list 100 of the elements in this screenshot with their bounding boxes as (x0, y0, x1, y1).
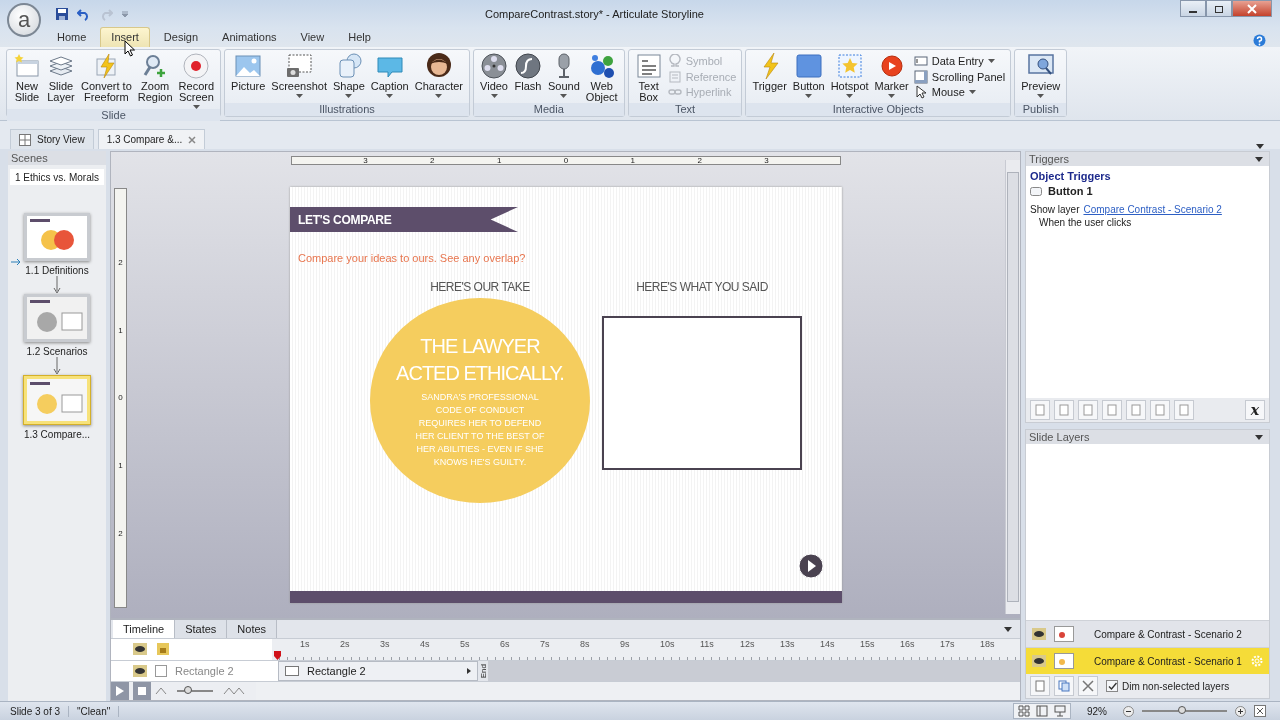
statement-text: THE LAWYER ACTED ETHICALLY. (395, 333, 565, 386)
ribbon-button[interactable]: Trigger (749, 52, 790, 103)
menu-tab[interactable]: Insert (100, 27, 150, 47)
theme-name: "Clean" (77, 705, 120, 717)
ribbon-button[interactable]: Scrolling Panel (913, 69, 1006, 84)
panel-tab[interactable]: Timeline (113, 620, 176, 638)
checkbox-label: Dim non-selected layers (1122, 680, 1230, 692)
ribbon-button[interactable]: Data Entry (913, 54, 1006, 68)
ribbon-button[interactable]: Preview (1018, 52, 1064, 103)
variables-button[interactable]: x (1245, 400, 1265, 420)
ribbon-button[interactable]: Text Box (631, 52, 666, 103)
scrollbar[interactable] (1005, 160, 1020, 614)
menu-tab[interactable]: View (290, 28, 335, 47)
group-label: Illustrations (225, 103, 469, 116)
ribbon-button[interactable]: New Slide (10, 52, 44, 109)
avatar-icon (424, 52, 453, 80)
document-tab[interactable]: 1.3 Compare &... (97, 129, 206, 149)
ribbon-button[interactable]: Sound (545, 52, 583, 103)
answer-box[interactable] (602, 316, 802, 470)
checkbox[interactable] (1106, 680, 1118, 692)
menu-tab[interactable]: Help (338, 28, 381, 47)
panel-title: Triggers (1029, 153, 1069, 165)
panel-tab[interactable]: States (175, 620, 228, 638)
slide-thumbnail[interactable] (24, 213, 90, 261)
grid-icon (19, 133, 31, 146)
ribbon-button[interactable]: Slide Layer (44, 52, 78, 109)
timeline-bar[interactable]: Rectangle 2 (278, 660, 478, 681)
time-label: 12s (740, 639, 756, 651)
stop-button[interactable] (133, 682, 151, 700)
eye-icon[interactable] (133, 664, 147, 677)
playhead-icon[interactable] (274, 650, 281, 660)
save-icon[interactable] (55, 7, 69, 21)
ribbon-button[interactable]: Shape (330, 52, 368, 103)
zoom-out-icon[interactable] (1123, 705, 1134, 717)
ribbon-button[interactable]: Character (411, 52, 466, 103)
time-label: 7s (540, 639, 551, 651)
trigger-condition: When the user clicks (1039, 217, 1133, 228)
ribbon-button[interactable]: Marker (871, 52, 912, 103)
eye-icon[interactable] (1032, 655, 1046, 667)
dropdown-icon[interactable] (1004, 626, 1012, 632)
layer-thumbnail (1054, 626, 1074, 642)
lock-icon[interactable] (157, 643, 169, 656)
layer-row[interactable]: Compare & Contrast - Scenario 1 (1026, 647, 1269, 674)
hotspot-icon (835, 52, 864, 80)
ribbon-button[interactable]: Record Screen (175, 52, 218, 109)
minimize-button[interactable] (1180, 0, 1206, 17)
button-icon (794, 52, 823, 80)
explanation-text: SANDRA'S PROFESSIONAL CODE OF CONDUCT REQUIRES HER TO DEFEND HER CLIENT TO THE BEST OF HER ABILITIES - EVEN IF SHE KNOWS HE'S GUILTY. (414, 390, 546, 469)
mouse-cursor-icon (124, 40, 135, 57)
ribbon-button[interactable]: Video (477, 52, 511, 103)
play-button[interactable] (798, 553, 824, 579)
zoom-in-icon[interactable] (1235, 705, 1246, 717)
prompt-text: Compare your ideas to ours. See any overlap? (298, 252, 527, 264)
ribbon-button[interactable]: Button (789, 52, 828, 103)
document-tab[interactable]: Story View (10, 129, 94, 149)
minimize-icon (1189, 10, 1197, 13)
eye-icon[interactable] (1032, 628, 1046, 640)
layer-link[interactable]: Compare Contrast - Scenario 2 (1083, 204, 1222, 215)
ribbon-button[interactable]: Convert to Freeform (78, 52, 135, 109)
slide-thumbnail[interactable] (23, 375, 91, 425)
close-button[interactable] (1232, 0, 1272, 17)
scene-dropdown[interactable]: 1 Ethics vs. Morals (10, 169, 104, 185)
lock-toggle-icon[interactable] (155, 664, 167, 677)
ribbon-button[interactable]: Caption (367, 52, 412, 103)
grid-view-icon[interactable] (1018, 705, 1030, 717)
duplicate-layer-button[interactable] (1054, 676, 1074, 696)
normal-view-icon[interactable] (1036, 705, 1048, 717)
restore-icon (1214, 3, 1224, 14)
delete-layer-button[interactable] (1078, 676, 1098, 696)
ribbon-button[interactable]: Mouse (913, 85, 1006, 99)
panel-tab[interactable]: Notes (227, 620, 278, 638)
layer-row[interactable]: Compare & Contrast - Scenario 2 (1026, 620, 1269, 647)
slide-title: 1.2 Scenarios (26, 346, 88, 357)
banner: LET'S COMPARE (290, 207, 518, 232)
ribbon-button[interactable]: Zoom Region (134, 52, 176, 109)
undo-icon[interactable] (77, 7, 91, 21)
menu-tab[interactable]: Animations (212, 28, 287, 47)
ribbon-button[interactable]: Picture (228, 52, 269, 103)
menu-tab[interactable]: Home (47, 28, 97, 47)
time-label: 8s (580, 639, 591, 651)
eye-icon[interactable] (133, 643, 147, 656)
fit-icon[interactable] (1254, 705, 1266, 717)
app-logo[interactable]: a (7, 3, 41, 37)
ribbon-button[interactable]: Web Object (582, 52, 621, 103)
dropdown-icon[interactable] (1255, 434, 1263, 440)
close-icon[interactable] (188, 135, 197, 144)
help-icon[interactable] (1253, 34, 1266, 47)
presentation-icon[interactable] (1054, 705, 1066, 717)
arrow-right-icon (467, 667, 471, 674)
menu-tab[interactable]: Design (153, 28, 209, 47)
object-name[interactable]: Button 1 (1048, 185, 1093, 197)
restore-button[interactable] (1206, 0, 1232, 17)
scrollbar[interactable] (256, 682, 1020, 700)
ribbon-button[interactable]: Screenshot (268, 52, 330, 103)
column-heading: HERE'S WHAT YOU SAID (636, 280, 768, 296)
slide-thumbnail[interactable] (24, 294, 90, 342)
new-layer-button[interactable] (1030, 676, 1050, 696)
disc-icon (514, 52, 542, 80)
ribbon-button[interactable]: Flash (511, 52, 545, 103)
ribbon-button[interactable]: Hotspot (827, 52, 872, 103)
